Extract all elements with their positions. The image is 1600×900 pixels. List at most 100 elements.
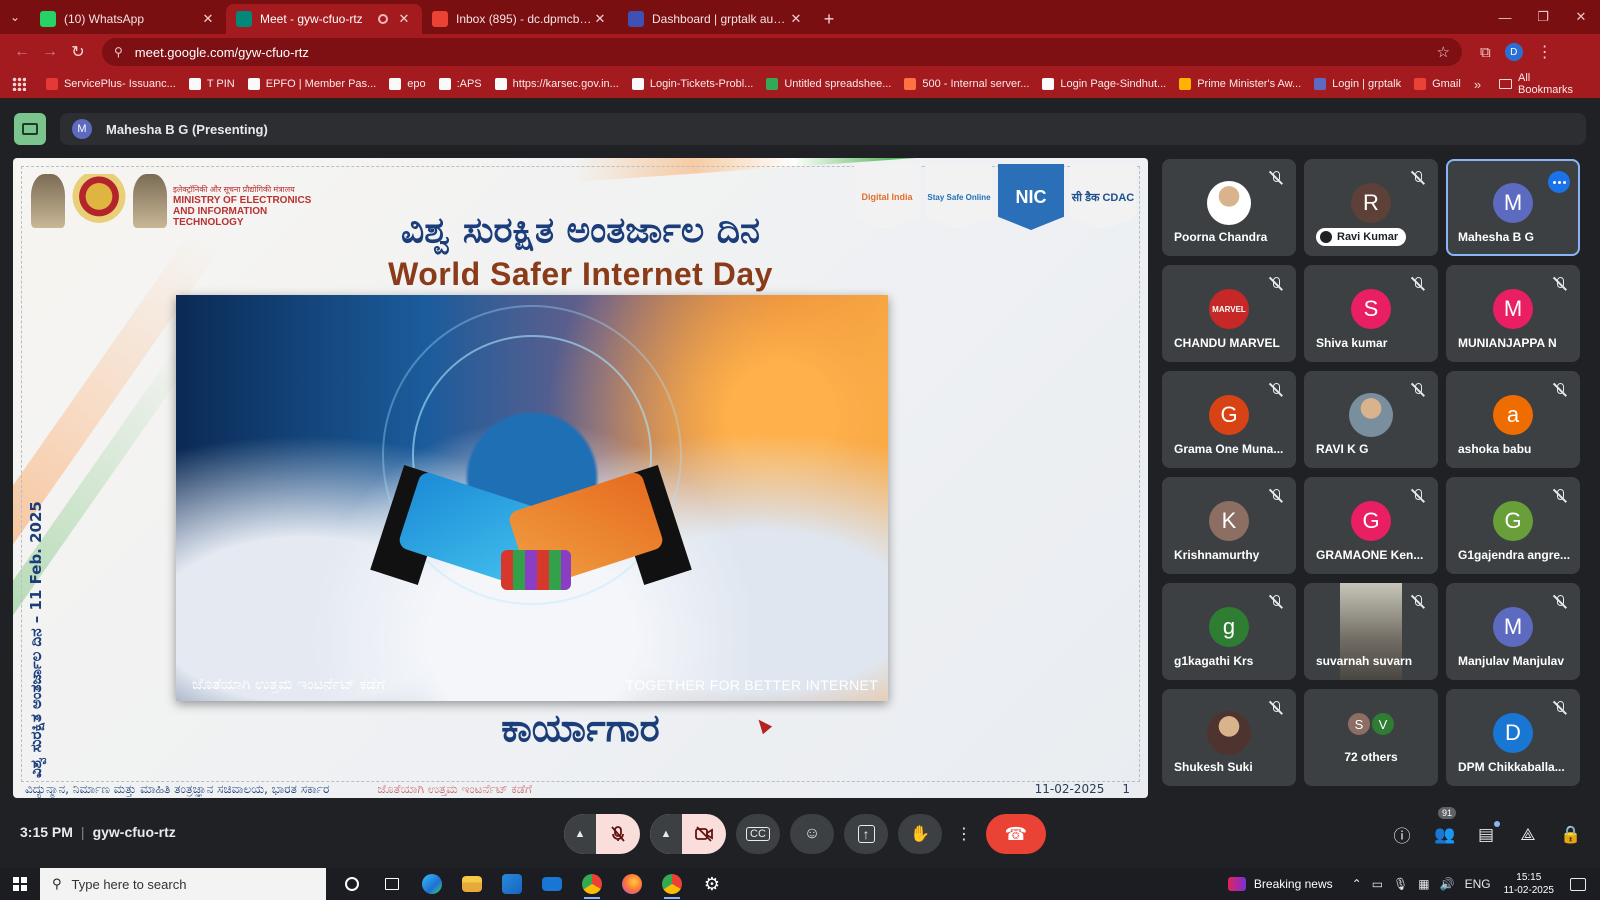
apps-grid-icon[interactable]	[12, 77, 26, 91]
participant-tile[interactable]: Poorna Chandra	[1162, 159, 1296, 256]
minimize-icon[interactable]: —	[1486, 10, 1524, 25]
bookmark-item[interactable]: Untitled spreadshee...	[766, 78, 891, 90]
bookmark-star-icon[interactable]: ☆	[1437, 43, 1450, 61]
bookmark-item[interactable]: :APS	[438, 78, 482, 90]
tab-search-button[interactable]: ⌄	[0, 0, 30, 34]
task-view-button[interactable]	[372, 868, 412, 900]
video-options-chevron-icon[interactable]: ▲	[650, 814, 682, 854]
volume-icon[interactable]: 🔊	[1440, 877, 1455, 891]
people-button[interactable]: 91 👥	[1434, 806, 1457, 845]
notification-center-icon[interactable]	[1570, 877, 1586, 891]
participant-tile[interactable]: G Grama One Muna...	[1162, 371, 1296, 468]
network-icon[interactable]: ▦	[1418, 877, 1429, 891]
bookmark-item[interactable]: Login-Tickets-Probl...	[631, 78, 753, 90]
mail-button[interactable]	[532, 868, 572, 900]
system-tray: Breaking news ⌃ ▭ 🎙 ▦ 🔊 ENG 15:15 11-02-2…	[1227, 868, 1600, 900]
close-icon[interactable]: ✕	[592, 11, 608, 27]
taskbar-search[interactable]: ⚲ Type here to search	[40, 868, 326, 900]
participant-tile[interactable]: RAVI K G	[1304, 371, 1438, 468]
presenter-chip[interactable]: M Mahesha B G (Presenting)	[60, 113, 1586, 145]
audio-options-chevron-icon[interactable]: ▲	[564, 814, 596, 854]
mic-off-icon	[1552, 276, 1568, 292]
bookmark-item[interactable]: ServicePlus- Issuanc...	[45, 78, 176, 90]
participant-tile[interactable]: R Ravi Kumar	[1304, 159, 1438, 256]
store-button[interactable]	[492, 868, 532, 900]
host-controls-button[interactable]: 🔒	[1560, 825, 1581, 845]
reload-icon[interactable]: ↻	[64, 42, 92, 62]
participant-tile[interactable]: M MUNIANJAPPA N	[1446, 265, 1580, 362]
present-button[interactable]: ↑	[844, 814, 888, 854]
bookmark-item[interactable]: EPFO | Member Pas...	[247, 78, 376, 90]
participant-tile[interactable]: M Mahesha B G	[1446, 159, 1580, 256]
cortana-button[interactable]	[332, 868, 372, 900]
more-options-button[interactable]: ⋮	[952, 814, 976, 854]
browser-menu-icon[interactable]: ⋮	[1537, 42, 1553, 62]
participant-tile[interactable]: Shukesh Suki	[1162, 689, 1296, 786]
bookmark-item[interactable]: Login | grptalk	[1314, 78, 1401, 90]
browser-tab[interactable]: Inbox (895) - dc.dpmcbp@gma✕	[422, 4, 618, 34]
chrome-profile-button[interactable]	[652, 868, 692, 900]
back-icon[interactable]: ←	[8, 43, 36, 61]
chat-button[interactable]: ▤	[1476, 820, 1500, 845]
layout-button[interactable]	[14, 113, 46, 145]
activities-button[interactable]: ⟁	[1518, 825, 1538, 845]
edge-button[interactable]	[412, 868, 452, 900]
tray-overflow-icon[interactable]: ⌃	[1352, 877, 1362, 891]
reactions-button[interactable]: ☺	[790, 814, 834, 854]
window-close-icon[interactable]: ✕	[1562, 9, 1600, 25]
participant-tile[interactable]: G G1gajendra angre...	[1446, 477, 1580, 574]
firefox-button[interactable]	[612, 868, 652, 900]
news-widget[interactable]: Breaking news	[1227, 877, 1333, 891]
bookmark-favicon-icon	[1042, 78, 1055, 90]
raise-hand-button[interactable]: ✋	[898, 814, 942, 854]
start-button[interactable]	[0, 868, 40, 900]
leave-call-button[interactable]: ☎	[986, 814, 1046, 854]
site-info-icon[interactable]: ⚲	[114, 45, 123, 59]
browser-tab[interactable]: (10) WhatsApp ✕	[30, 4, 226, 34]
bookmarks-overflow-icon[interactable]: »	[1474, 77, 1481, 92]
all-bookmarks-button[interactable]: All Bookmarks	[1499, 72, 1588, 96]
close-icon[interactable]: ✕	[200, 11, 216, 27]
meeting-details-icon[interactable]: ⓘ	[1392, 822, 1412, 847]
participant-tile[interactable]: MARVEL CHANDU MARVEL	[1162, 265, 1296, 362]
participant-name: CHANDU MARVEL	[1174, 336, 1280, 350]
close-icon[interactable]: ✕	[396, 11, 412, 27]
participant-name: Poorna Chandra	[1174, 230, 1268, 244]
browser-tab[interactable]: Dashboard | grptalk audio conf✕	[618, 4, 814, 34]
participant-tile[interactable]: g g1kagathi Krs	[1162, 583, 1296, 680]
participant-tile[interactable]: K Krishnamurthy	[1162, 477, 1296, 574]
captions-button[interactable]: CC	[736, 814, 780, 854]
bookmark-item[interactable]: Login Page-Sindhut...	[1042, 78, 1166, 90]
browser-tab[interactable]: Meet - gyw-cfuo-rtz ✕	[226, 4, 422, 34]
hero-caption-kannada: ಜೊತೆಯಾಗಿ ಉತ್ತಮ ಇಂಟರ್ನೆಟ್ ಕಡೆಗೆ	[192, 675, 386, 693]
bookmark-item[interactable]: T PIN	[188, 78, 235, 90]
participant-tile[interactable]: a ashoka babu	[1446, 371, 1580, 468]
others-tile[interactable]: S V 72 others	[1304, 689, 1438, 786]
mic-off-icon[interactable]	[596, 814, 640, 854]
bookmark-item[interactable]: Gmail	[1414, 78, 1461, 90]
microphone-tray-icon[interactable]: 🎙	[1393, 877, 1408, 891]
participant-tile[interactable]: G GRAMAONE Ken...	[1304, 477, 1438, 574]
extensions-icon[interactable]: ⧉	[1480, 44, 1491, 61]
participant-tile[interactable]: D DPM Chikkaballa...	[1446, 689, 1580, 786]
settings-button[interactable]: ⚙	[692, 868, 732, 900]
restore-icon[interactable]: ❐	[1524, 9, 1562, 25]
close-icon[interactable]: ✕	[788, 11, 804, 27]
bookmark-item[interactable]: https://karsec.gov.in...	[494, 78, 619, 90]
chrome-button[interactable]	[572, 868, 612, 900]
bookmark-item[interactable]: epo	[389, 78, 426, 90]
file-explorer-button[interactable]	[452, 868, 492, 900]
bookmark-item[interactable]: 500 - Internal server...	[904, 78, 1029, 90]
url-input[interactable]: ⚲ meet.google.com/gyw-cfuo-rtz ☆	[102, 38, 1462, 66]
participant-tile[interactable]: M Manjulav Manjulav	[1446, 583, 1580, 680]
meet-tray-icon[interactable]: ▭	[1372, 877, 1383, 891]
forward-icon[interactable]: →	[36, 43, 64, 61]
participant-tile[interactable]: suvarnah suvarn	[1304, 583, 1438, 680]
bookmark-item[interactable]: Prime Minister's Aw...	[1179, 78, 1301, 90]
profile-avatar[interactable]: D	[1504, 43, 1523, 61]
new-tab-button[interactable]: +	[814, 4, 844, 34]
participant-tile[interactable]: S Shiva kumar	[1304, 265, 1438, 362]
taskbar-clock[interactable]: 15:15 11-02-2025	[1504, 871, 1554, 897]
camera-off-icon[interactable]	[682, 814, 726, 854]
language-indicator[interactable]: ENG	[1465, 877, 1491, 891]
